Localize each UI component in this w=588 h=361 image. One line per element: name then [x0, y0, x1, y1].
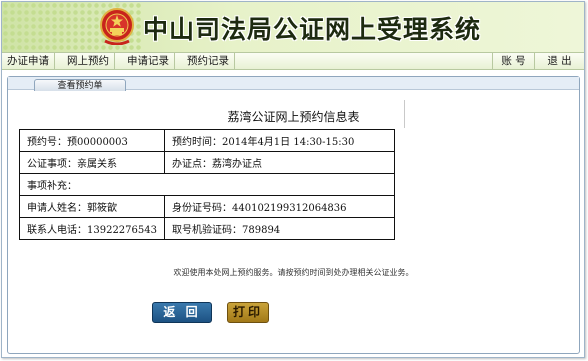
national-emblem-icon — [100, 8, 134, 45]
contact-phone: 联系人电话：13922276543 — [19, 217, 165, 240]
nav-item-booking[interactable]: 网上预约 — [62, 53, 115, 70]
booking-number: 预约号：预00000003 — [19, 129, 165, 152]
id-number: 身份证号码：440102199312064836 — [164, 195, 395, 218]
table-row: 公证事项：亲属关系 办证点：荔湾办证点 — [19, 151, 395, 174]
content-panel: 查看预约单 荔湾公证网上预约信息表 预约号：预00000003 预约时间：201… — [7, 76, 580, 354]
table-row: 申请人姓名：郭筱歆 身份证号码：440102199312064836 — [19, 195, 395, 218]
app-header: 中山司法局公证网上受理系统 — [2, 2, 584, 52]
booking-time: 预约时间：2014年4月1日 14:30-15:30 — [164, 129, 395, 152]
welcome-message: 欢迎使用本处网上预约服务。请按预约时间到处办理相关公证业务。 — [173, 268, 414, 277]
app-title: 中山司法局公证网上受理系统 — [143, 15, 482, 44]
table-row: 联系人电话：13922276543 取号机验证码：789894 — [19, 217, 395, 240]
tab-view-booking[interactable]: 查看预约单 — [34, 79, 126, 91]
window-frame: 中山司法局公证网上受理系统 办证申请 网上预约 申请记录 预约记录 账 号 退 … — [1, 1, 585, 358]
print-button[interactable]: 打印 — [227, 302, 269, 323]
nav-item-apply[interactable]: 办证申请 — [2, 53, 55, 70]
notary-office: 办证点：荔湾办证点 — [164, 151, 395, 174]
matter-supplement: 事项补充： — [19, 173, 395, 196]
table-row: 事项补充： — [19, 173, 395, 196]
booking-info-table: 预约号：预00000003 预约时间：2014年4月1日 14:30-15:30… — [19, 129, 395, 240]
logout-button[interactable]: 退 出 — [534, 53, 584, 70]
form-title: 荔湾公证网上预约信息表 — [227, 110, 360, 124]
divider — [404, 100, 405, 128]
applicant-name: 申请人姓名：郭筱歆 — [19, 195, 165, 218]
account-button[interactable]: 账 号 — [492, 53, 534, 70]
back-button[interactable]: 返 回 — [152, 302, 212, 323]
nav-item-apply-records[interactable]: 申请记录 — [122, 53, 175, 70]
verification-code: 取号机验证码：789894 — [164, 217, 395, 240]
nav-item-booking-records[interactable]: 预约记录 — [182, 53, 235, 70]
notary-matter: 公证事项：亲属关系 — [19, 151, 165, 174]
top-nav: 办证申请 网上预约 申请记录 预约记录 账 号 退 出 — [2, 52, 584, 70]
table-row: 预约号：预00000003 预约时间：2014年4月1日 14:30-15:30 — [19, 129, 395, 152]
